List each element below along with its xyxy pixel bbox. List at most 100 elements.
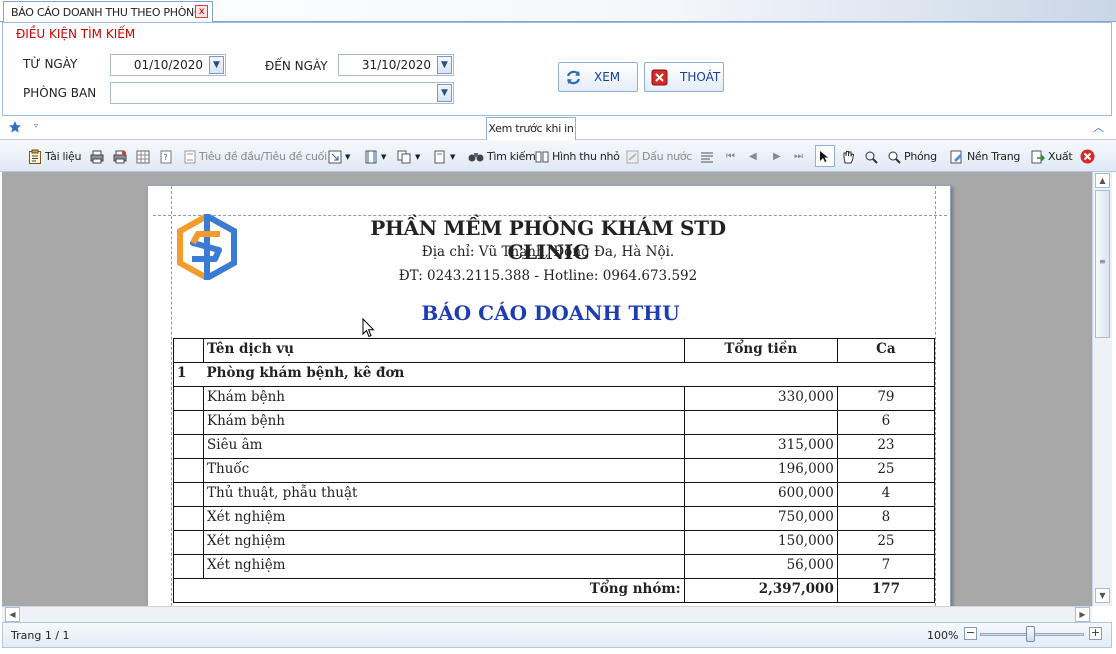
zoom-out-icon[interactable]: − <box>964 627 977 640</box>
scale-icon[interactable]: ? <box>160 148 175 165</box>
document-button[interactable]: Tài liệu <box>28 148 81 165</box>
zoom-slider-thumb[interactable] <box>1026 626 1035 642</box>
status-bar: Trang 1 / 1 100% <box>2 622 1112 648</box>
preview-area[interactable]: PHẦN MỀM PHÒNG KHÁM STD CLINIC Địa chỉ: … <box>2 172 1092 606</box>
page-background-icon[interactable] <box>700 148 717 165</box>
watermark-icon <box>626 150 639 163</box>
page-size-icon <box>434 150 445 163</box>
right-margin-guide <box>935 186 936 606</box>
thumbnails-button[interactable]: Hình thu nhỏ <box>535 148 620 165</box>
find-button[interactable]: Tìm kiếm <box>468 148 536 165</box>
export-button[interactable]: Xuất <box>1031 148 1073 165</box>
tab-print-preview[interactable]: Xem trước khi in <box>486 117 576 141</box>
group-index: 1 <box>172 362 204 387</box>
group-total-label: Tổng nhóm: <box>173 578 685 603</box>
zoom-in-icon[interactable]: + <box>1089 627 1102 640</box>
to-date-value: 31/10/2020 <box>361 58 431 72</box>
exit-icon <box>651 69 668 86</box>
clinic-address: Địa chỉ: Vũ Thạnh, Đống Đa, Hà Nội. <box>421 244 675 260</box>
first-page-icon[interactable]: ⏮ <box>726 148 735 165</box>
zoom-level: 100% <box>927 629 959 642</box>
page-size-chevron-down-icon: ▼ <box>450 152 456 161</box>
to-date-field[interactable]: 31/10/2020 ▼ <box>338 54 454 76</box>
scroll-down-icon[interactable]: ▼ <box>1095 588 1110 603</box>
group-name: Phòng khám bệnh, kê đơn <box>203 362 935 387</box>
orientation-dropdown[interactable]: ▼ <box>364 148 386 165</box>
view-button-label: XEM <box>594 70 621 84</box>
table-row: Xét nghiệm 56,000 7 <box>172 554 936 579</box>
header-footer-button[interactable]: Tiêu đề đầu/Tiêu đề cuối <box>184 148 327 165</box>
revenue-table: Tên dịch vụ Tổng tiền Ca 1 Phòng khám bệ… <box>172 338 936 603</box>
from-date-field[interactable]: 01/10/2020 ▼ <box>110 54 226 76</box>
star-icon[interactable] <box>8 120 22 137</box>
search-criteria-panel: ĐIỀU KIỆN TÌM KIẾM TỪ NGÀY 01/10/2020 ▼ … <box>2 22 1112 116</box>
clipboard-icon <box>29 149 41 164</box>
binoculars-icon <box>468 153 484 162</box>
table-row: Thủ thuật, phẫu thuật 600,000 4 <box>172 482 936 507</box>
refresh-icon <box>565 69 582 86</box>
watermark-button[interactable]: Dấu nước <box>626 148 692 165</box>
multiple-pages-icon <box>397 150 411 163</box>
next-page-icon[interactable]: ▶ <box>773 148 781 165</box>
page-color-button[interactable]: Nền Trang <box>950 148 1020 165</box>
header-total: Tổng tiền <box>683 338 838 363</box>
page-color-icon <box>950 150 962 163</box>
print-icon[interactable] <box>90 148 107 165</box>
header-index <box>172 338 205 363</box>
pointer-tool-icon[interactable] <box>815 145 835 167</box>
table-row: Xét nghiệm 750,000 8 <box>172 506 936 531</box>
quick-print-icon[interactable] <box>113 148 130 165</box>
margins-icon <box>328 150 342 163</box>
vertical-scroll-thumb[interactable]: ≡ <box>1095 190 1110 338</box>
table-row: Xét nghiệm 150,000 25 <box>172 530 936 555</box>
group-total-row: Tổng nhóm: 2,397,000 177 <box>173 578 936 603</box>
orientation-chevron-down-icon: ▼ <box>381 152 387 161</box>
view-button[interactable]: XEM <box>558 62 638 92</box>
ribbon-collapse-icon[interactable]: ︿ <box>1093 119 1104 135</box>
scroll-right-icon[interactable]: ▶ <box>1075 607 1090 622</box>
from-date-value: 01/10/2020 <box>133 58 203 72</box>
header-count: Ca <box>836 338 936 363</box>
clinic-phone: ĐT: 0243.2115.388 - Hotline: 0964.673.59… <box>398 268 698 284</box>
zoom-button[interactable]: Phóng <box>887 148 937 165</box>
page-setup-icon[interactable] <box>136 148 153 165</box>
group-total-amount: 2,397,000 <box>683 578 838 603</box>
multiple-pages-dropdown[interactable]: ▼ <box>397 148 420 165</box>
horizontal-scrollbar[interactable]: ◀ ▶ <box>2 606 1092 622</box>
header-service: Tên dịch vụ <box>203 338 685 363</box>
report-tab[interactable]: BÁO CÁO DOANH THU THEO PHÒNG x <box>3 1 213 22</box>
exit-button-label: THOÁT <box>680 70 721 84</box>
page-size-dropdown[interactable]: ▼ <box>433 148 455 165</box>
page-indicator: Trang 1 / 1 <box>11 629 70 642</box>
report-title: BÁO CÁO DOANH THU <box>421 301 680 325</box>
table-row: Khám bệnh 330,000 79 <box>172 386 936 411</box>
hand-tool-icon[interactable] <box>841 148 858 165</box>
print-preview-toolbar: Tài liệu ? Tiêu đề đầu/Tiêu đề cuối ▼ ▼ … <box>0 140 1116 172</box>
header-footer-icon <box>184 150 196 163</box>
mouse-cursor-icon <box>362 317 375 341</box>
department-dropdown-icon[interactable]: ▼ <box>437 84 452 102</box>
from-date-dropdown-icon[interactable]: ▼ <box>209 56 224 74</box>
margins-dropdown[interactable]: ▼ <box>328 148 350 165</box>
tab-close-icon[interactable]: x <box>195 5 208 18</box>
to-date-dropdown-icon[interactable]: ▼ <box>437 56 452 74</box>
table-row: Khám bệnh 6 <box>172 410 936 435</box>
magnifier-icon[interactable] <box>864 148 881 165</box>
to-date-label: ĐẾN NGÀY <box>265 59 328 73</box>
multiple-pages-chevron-down-icon: ▼ <box>415 152 421 161</box>
close-preview-icon[interactable] <box>1080 148 1098 165</box>
search-criteria-title: ĐIỀU KIỆN TÌM KIẾM <box>16 27 136 41</box>
table-row: Thuốc 196,000 25 <box>172 458 936 483</box>
svg-text:?: ? <box>164 153 168 162</box>
quick-access-dropdown-icon[interactable]: ▿ <box>34 121 38 130</box>
last-page-icon[interactable]: ⏭ <box>794 148 803 165</box>
department-select[interactable]: ▼ <box>110 82 454 104</box>
margins-chevron-down-icon: ▼ <box>345 152 351 161</box>
scroll-left-icon[interactable]: ◀ <box>5 607 20 622</box>
vertical-scrollbar[interactable]: ▲ ≡ ▼ <box>1092 172 1112 606</box>
exit-button[interactable]: THOÁT <box>644 62 724 92</box>
department-label: PHÒNG BAN <box>23 86 97 100</box>
scroll-up-icon[interactable]: ▲ <box>1095 173 1110 188</box>
orientation-icon <box>365 150 377 163</box>
previous-page-icon[interactable]: ◀ <box>749 148 757 165</box>
